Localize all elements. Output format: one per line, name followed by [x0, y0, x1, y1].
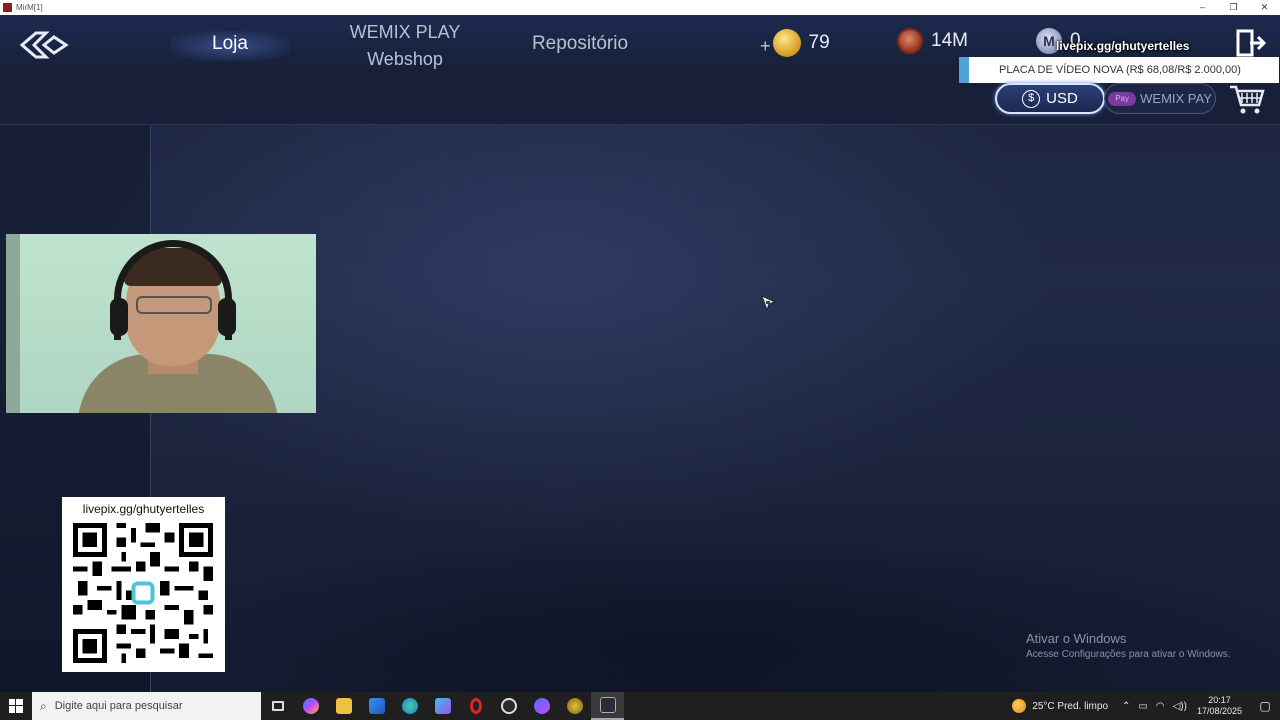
donation-qr-card: livepix.gg/ghutyertelles: [62, 497, 225, 672]
tab-loja[interactable]: Loja: [170, 31, 290, 61]
search-placeholder: Digite aqui para pesquisar: [54, 700, 183, 712]
windows-taskbar: ⌕ Digite aqui para pesquisar 25°C Pred. …: [0, 692, 1280, 720]
mouse-cursor-icon: [761, 295, 777, 312]
add-gold-icon[interactable]: +: [760, 36, 771, 57]
copper-currency: 14M: [897, 28, 968, 54]
system-tray: 25°C Pred. limpo ⌃ ▭ ◠ ◁)) 20:17 17/08/2…: [1012, 692, 1280, 720]
wifi-icon[interactable]: ◠: [1156, 701, 1165, 712]
gold-currency[interactable]: + 79: [760, 28, 830, 57]
messenger-icon[interactable]: [525, 692, 558, 720]
copper-amount: 14M: [931, 30, 968, 51]
store-icon[interactable]: [360, 692, 393, 720]
window-title: MirM[1]: [16, 3, 43, 12]
gold-coin-icon: [772, 28, 801, 57]
chevron-up-icon[interactable]: ⌃: [1122, 701, 1130, 712]
tab-loja-label: Loja: [212, 33, 248, 54]
designer-icon[interactable]: [426, 692, 459, 720]
close-button[interactable]: ✕: [1249, 0, 1280, 15]
qr-code-icon: [73, 523, 213, 663]
window-title-bar: MirM[1] – ❐ ✕: [0, 0, 1280, 15]
weather-text[interactable]: 25°C Pred. limpo: [1032, 701, 1108, 712]
clock-date: 17/08/2025: [1196, 706, 1242, 716]
gold-amount: 79: [808, 31, 830, 53]
webcam-feed: [6, 234, 316, 413]
wemix-pay-icon: Pay: [1108, 91, 1137, 106]
wemix-pay-button[interactable]: Pay WEMIX PAY: [1104, 83, 1216, 114]
weather-icon[interactable]: [1012, 699, 1027, 713]
start-button[interactable]: [0, 692, 32, 720]
activation-subtitle: Acesse Configurações para ativar o Windo…: [1026, 649, 1231, 660]
mirm-app-icon[interactable]: [591, 692, 624, 720]
usd-payment-button[interactable]: $ USD: [995, 83, 1105, 114]
tab-wemix-label-line2: Webshop: [367, 49, 443, 69]
back-logo-icon[interactable]: [16, 25, 72, 65]
copper-coin-icon: [897, 28, 923, 54]
restore-button[interactable]: ❐: [1218, 0, 1249, 15]
activation-title: Ativar o Windows: [1026, 631, 1127, 646]
clock[interactable]: 20:17 17/08/2025: [1197, 695, 1242, 717]
file-explorer-icon[interactable]: [327, 692, 360, 720]
notification-icon[interactable]: ▢: [1254, 699, 1276, 713]
wemix-pay-label: WEMIX PAY: [1140, 91, 1212, 106]
windows-activation-watermark: Ativar o Windows Acesse Configurações pa…: [1026, 631, 1231, 660]
tab-repositorio[interactable]: Repositório: [510, 31, 650, 57]
windows-logo-icon: [9, 699, 23, 713]
game-launcher-icon[interactable]: [558, 692, 591, 720]
tab-repositorio-label: Repositório: [531, 33, 629, 54]
taskbar-search-input[interactable]: ⌕ Digite aqui para pesquisar: [32, 692, 261, 720]
minimize-button[interactable]: –: [1187, 0, 1218, 15]
search-icon: ⌕: [40, 698, 47, 713]
exit-icon[interactable]: [1236, 29, 1266, 57]
task-view-icon[interactable]: [261, 692, 294, 720]
dollar-icon: $: [1022, 89, 1041, 108]
headset-icon: [114, 240, 232, 340]
browser-icon[interactable]: [492, 692, 525, 720]
qr-label: livepix.gg/ghutyertelles: [82, 502, 205, 516]
window-controls: – ❐ ✕: [1187, 0, 1280, 15]
copilot-icon[interactable]: [294, 692, 327, 720]
usd-label: USD: [1046, 90, 1078, 107]
donation-goal-banner: PLACA DE VÍDEO NOVA (R$ 68,08/R$ 2.000,0…: [959, 57, 1279, 83]
shopping-cart-icon[interactable]: [1227, 81, 1267, 117]
opera-icon[interactable]: [459, 692, 492, 720]
tab-wemix-play-webshop[interactable]: WEMIX PLAY Webshop: [330, 19, 480, 73]
tab-wemix-label-line1: WEMIX PLAY: [349, 22, 461, 42]
app-icon: [3, 3, 12, 12]
clock-time: 20:17: [1208, 695, 1231, 705]
stream-overlay-link: livepix.gg/ghutyertelles: [1056, 39, 1190, 53]
edge-icon[interactable]: [393, 692, 426, 720]
network-icon[interactable]: ▭: [1138, 701, 1147, 712]
speaker-icon[interactable]: ◁)): [1173, 701, 1187, 712]
